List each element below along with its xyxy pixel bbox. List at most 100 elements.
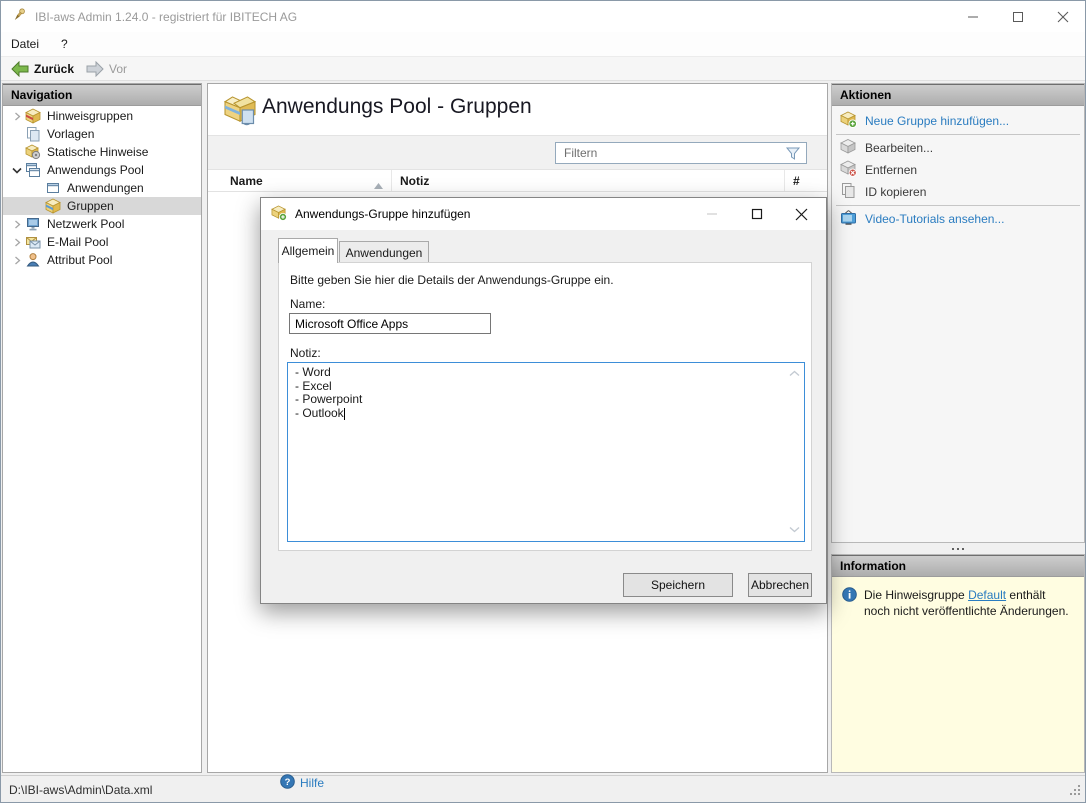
filter-strip (208, 135, 827, 170)
app-window: IBI-aws Admin 1.24.0 - registriert für I… (0, 0, 1086, 803)
dialog-minimize-button (689, 198, 734, 230)
separator (836, 134, 1080, 135)
nav-item-netzwerk-pool[interactable]: Netzwerk Pool (3, 215, 201, 233)
cancel-button[interactable]: Abbrechen (748, 573, 812, 597)
column-header-count[interactable]: # (785, 170, 827, 191)
app-pool-icon (25, 162, 41, 178)
nav-label: Gruppen (67, 199, 114, 213)
scroll-up-icon[interactable] (789, 367, 800, 381)
actions-header: Aktionen (832, 84, 1084, 106)
action-remove: Entfernen (832, 159, 1084, 181)
window-title: IBI-aws Admin 1.24.0 - registriert für I… (35, 9, 298, 24)
save-button[interactable]: Speichern (623, 573, 733, 597)
maximize-button[interactable] (995, 1, 1040, 32)
menu-help[interactable]: ? (49, 34, 80, 54)
default-group-link[interactable]: Default (968, 588, 1006, 602)
nav-item-email-pool[interactable]: E-Mail Pool (3, 233, 201, 251)
nav-item-vorlagen[interactable]: Vorlagen (3, 125, 201, 143)
edit-group-icon (840, 138, 857, 158)
chevron-right-icon[interactable] (9, 220, 25, 229)
nav-label: Hinweisgruppen (47, 109, 134, 123)
navigation-tree: Hinweisgruppen Vorlagen Statische Hinwei… (3, 107, 201, 269)
title-bar: IBI-aws Admin 1.24.0 - registriert für I… (1, 1, 1085, 32)
chevron-right-icon[interactable] (9, 112, 25, 121)
nav-item-anwendungen[interactable]: Anwendungen (3, 179, 201, 197)
dialog-close-button[interactable] (779, 198, 824, 230)
forward-button[interactable]: Vor (82, 59, 131, 79)
action-add-group[interactable]: Neue Gruppe hinzufügen... (832, 110, 1084, 132)
action-edit: Bearbeiten... (832, 137, 1084, 159)
svg-text:?: ? (285, 777, 291, 788)
attribute-pool-icon (25, 252, 41, 268)
groups-icon (45, 198, 61, 214)
filter-funnel-icon[interactable] (785, 146, 801, 164)
nav-label: Anwendungen (67, 181, 144, 195)
add-group-icon (840, 111, 857, 131)
notiz-text: - Word - Excel - Powerpoint - Outlook (295, 365, 363, 420)
dialog-icon (271, 205, 287, 224)
tab-page-allgemein: Bitte geben Sie hier die Details der Anw… (278, 262, 812, 551)
close-button[interactable] (1040, 1, 1085, 32)
nav-item-anwendungs-pool[interactable]: Anwendungs Pool (3, 161, 201, 179)
dialog-maximize-button[interactable] (734, 198, 779, 230)
back-button[interactable]: Zurück (7, 59, 78, 79)
main-title-row: Anwendungs Pool - Gruppen (208, 84, 827, 135)
info-message: Die Hinweisgruppe Default enthält noch n… (864, 588, 1069, 618)
nav-label: Attribut Pool (47, 253, 113, 267)
table-header: Name Notiz # (208, 170, 827, 192)
nav-label: Vorlagen (47, 127, 95, 141)
notiz-label: Notiz: (290, 346, 321, 360)
add-group-dialog: Anwendungs-Gruppe hinzufügen Allgemein A… (260, 197, 827, 790)
group-box-icon (222, 94, 258, 129)
minimize-button[interactable] (950, 1, 995, 32)
dialog-title: Anwendungs-Gruppe hinzufügen (295, 207, 471, 221)
tab-allgemein[interactable]: Allgemein (278, 238, 338, 263)
name-input[interactable] (289, 313, 491, 334)
information-header: Information (832, 555, 1084, 577)
notice-group-icon (25, 108, 41, 124)
chevron-down-icon[interactable] (9, 166, 25, 175)
resize-grip[interactable] (1068, 783, 1082, 800)
action-copy-id: ID kopieren (832, 181, 1084, 203)
back-arrow-icon (11, 60, 29, 77)
dialog-title-bar: Anwendungs-Gruppe hinzufügen (261, 198, 826, 230)
dialog-instruction: Bitte geben Sie hier die Details der Anw… (290, 273, 614, 287)
name-label: Name: (290, 297, 326, 311)
remove-group-icon (840, 160, 857, 180)
column-header-name[interactable]: Name (208, 170, 392, 191)
help-link[interactable]: ? Hilfe (280, 774, 324, 792)
page-title: Anwendungs Pool - Gruppen (262, 95, 532, 118)
nav-label: Statische Hinweise (47, 145, 149, 159)
scroll-down-icon[interactable] (789, 523, 800, 537)
nav-label: Anwendungs Pool (47, 163, 144, 177)
tab-anwendungen[interactable]: Anwendungen (339, 241, 429, 263)
notiz-textarea[interactable]: - Word - Excel - Powerpoint - Outlook (287, 362, 805, 542)
chevron-right-icon[interactable] (9, 238, 25, 247)
nav-item-attribut-pool[interactable]: Attribut Pool (3, 251, 201, 269)
menu-bar: Datei ? (1, 32, 1085, 56)
back-label: Zurück (34, 61, 75, 76)
navigation-panel: Navigation Hinweisgruppen Vorlagen Stati… (2, 83, 202, 773)
filter-input[interactable] (556, 143, 806, 163)
chevron-right-icon[interactable] (9, 256, 25, 265)
toolbar: Zurück Vor (1, 56, 1085, 81)
templates-icon (25, 126, 41, 142)
sort-ascending-icon (374, 178, 383, 192)
static-notices-icon (25, 144, 41, 160)
app-icon (11, 7, 27, 26)
information-panel: Information Die Hinweisgruppe Default en… (831, 554, 1085, 773)
separator (836, 205, 1080, 206)
text-cursor (343, 407, 345, 420)
nav-item-statische-hinweise[interactable]: Statische Hinweise (3, 143, 201, 161)
nav-item-hinweisgruppen[interactable]: Hinweisgruppen (3, 107, 201, 125)
action-video-tutorials[interactable]: Video-Tutorials ansehen... (832, 208, 1084, 230)
splitter-handle[interactable] (831, 545, 1085, 553)
column-header-notiz[interactable]: Notiz (392, 170, 785, 191)
help-icon: ? (280, 774, 295, 792)
info-icon (842, 587, 857, 619)
data-file-path: D:\IBI-aws\Admin\Data.xml (9, 782, 153, 797)
menu-datei[interactable]: Datei (1, 34, 49, 54)
nav-label: E-Mail Pool (47, 235, 109, 249)
nav-item-gruppen[interactable]: Gruppen (3, 197, 201, 215)
tv-icon (840, 209, 857, 229)
